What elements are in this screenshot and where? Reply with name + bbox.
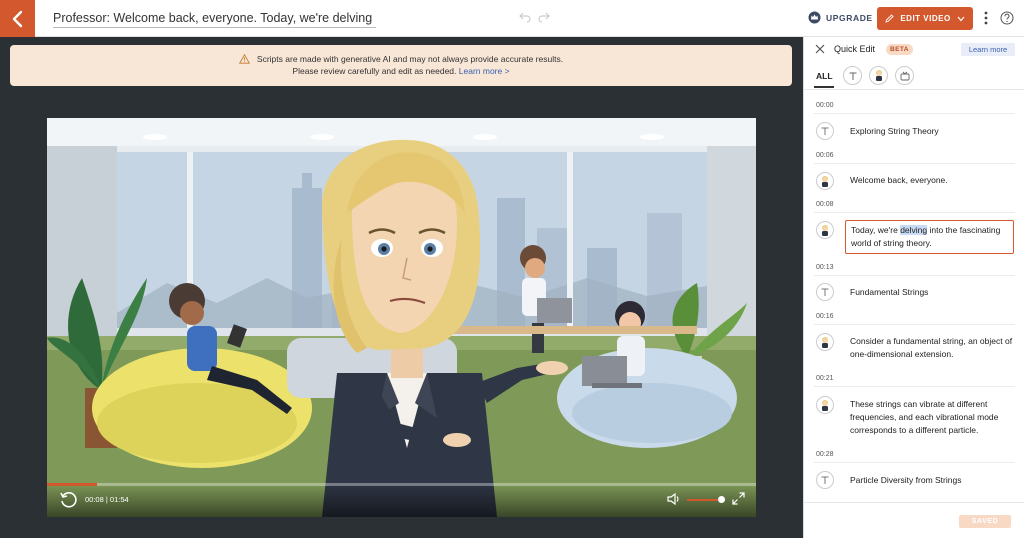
close-icon[interactable]: [815, 44, 825, 54]
notice-learn-more-link[interactable]: Learn more >: [459, 66, 510, 76]
video-title-input[interactable]: Professor: Welcome back, everyone. Today…: [53, 11, 376, 28]
video-player[interactable]: 00:08 | 01:54: [47, 118, 756, 517]
upgrade-label: UPGRADE: [826, 12, 873, 23]
text-item-icon: [816, 471, 834, 489]
avatar-item-icon: [816, 333, 834, 351]
filter-tab-avatar[interactable]: [869, 66, 888, 85]
avatar-icon: [822, 399, 828, 411]
player-controls: 00:08 | 01:54: [47, 483, 756, 517]
avatar-icon: [822, 175, 828, 187]
filter-tab-scene[interactable]: [895, 66, 914, 85]
script-item-text[interactable]: Fundamental Strings: [850, 286, 1015, 299]
top-bar: Professor: Welcome back, everyone. Today…: [0, 0, 1024, 37]
text-icon: [821, 288, 829, 296]
divider: [814, 113, 1015, 114]
active-tab-indicator: [814, 86, 834, 88]
timestamp: 00:28: [816, 451, 834, 458]
help-icon[interactable]: [1000, 11, 1014, 25]
text-icon: [849, 72, 856, 80]
filter-tab-all[interactable]: ALL: [816, 71, 833, 81]
more-options-icon[interactable]: [984, 11, 988, 25]
script-item-text[interactable]: Consider a fundamental string, an object…: [850, 335, 1015, 361]
scene-icon: [900, 71, 909, 80]
avatar-icon: [822, 224, 828, 236]
seek-bar[interactable]: [47, 483, 756, 486]
quick-edit-header: Quick Edit BETA Learn more: [804, 37, 1024, 62]
timestamp: 00:06: [816, 152, 834, 159]
timecode: 00:08 | 01:54: [85, 495, 129, 504]
script-item-text[interactable]: Particle Diversity from Strings: [850, 474, 1015, 487]
edit-video-button[interactable]: EDIT VIDEO: [877, 7, 973, 30]
chevron-left-icon: [12, 10, 22, 27]
replay-icon[interactable]: [59, 491, 77, 509]
quick-edit-title: Quick Edit: [834, 44, 876, 54]
quick-edit-footer: SAVED: [804, 502, 1024, 538]
avatar-icon: [822, 336, 828, 348]
filter-tab-text[interactable]: [843, 66, 862, 85]
text-item-icon: [816, 122, 834, 140]
divider: [814, 163, 1015, 164]
script-item-text[interactable]: Exploring String Theory: [850, 125, 1015, 138]
notice-line-1: Scripts are made with generative AI and …: [10, 54, 792, 66]
script-item-text[interactable]: Welcome back, everyone.: [850, 174, 1015, 187]
pencil-icon: [885, 14, 894, 23]
divider: [814, 462, 1015, 463]
beta-badge: BETA: [886, 44, 913, 55]
script-timeline: 00:00 Exploring String Theory 00:06 Welc…: [804, 91, 1024, 501]
seek-bar-fill: [47, 483, 97, 486]
learn-more-button[interactable]: Learn more: [961, 43, 1015, 56]
text-icon: [821, 127, 829, 135]
divider: [814, 324, 1015, 325]
ai-script-notice: Scripts are made with generative AI and …: [10, 45, 792, 86]
volume-slider-handle[interactable]: [717, 496, 725, 503]
selected-word: delving: [900, 225, 928, 235]
volume-icon[interactable]: [667, 493, 680, 505]
timestamp: 00:00: [816, 102, 834, 109]
save-button[interactable]: SAVED: [959, 515, 1011, 528]
notice-line-2: Please review carefully and edit as need…: [292, 65, 510, 76]
avatar-item-icon: [816, 396, 834, 414]
text-item-icon: [816, 283, 834, 301]
script-item-text[interactable]: These strings can vibrate at different f…: [850, 398, 1015, 437]
quick-edit-panel: Quick Edit BETA Learn more ALL 00:00 Exp…: [803, 37, 1024, 538]
undo-icon[interactable]: [519, 11, 531, 23]
avatar-item-icon: [816, 221, 834, 239]
script-item-editor[interactable]: Today, we're delving into the fascinatin…: [845, 220, 1014, 254]
redo-icon[interactable]: [538, 11, 550, 23]
chevron-down-icon: [957, 16, 965, 21]
crown-badge-icon: [808, 11, 821, 24]
avatar-item-icon: [816, 172, 834, 190]
timestamp: 00:21: [816, 375, 834, 382]
timestamp: 00:08: [816, 201, 834, 208]
divider: [814, 275, 1015, 276]
divider: [814, 212, 1015, 213]
video-frame-illustration: [47, 118, 756, 517]
fullscreen-icon[interactable]: [732, 492, 745, 505]
edit-video-label: EDIT VIDEO: [900, 14, 951, 23]
filter-tabs: ALL: [804, 62, 1024, 90]
avatar-icon: [875, 70, 882, 81]
timestamp: 00:13: [816, 264, 834, 271]
timestamp: 00:16: [816, 313, 834, 320]
warning-icon: [238, 54, 250, 64]
text-icon: [821, 476, 829, 484]
divider: [814, 386, 1015, 387]
upgrade-button[interactable]: UPGRADE: [808, 11, 873, 24]
back-button[interactable]: [0, 0, 35, 37]
